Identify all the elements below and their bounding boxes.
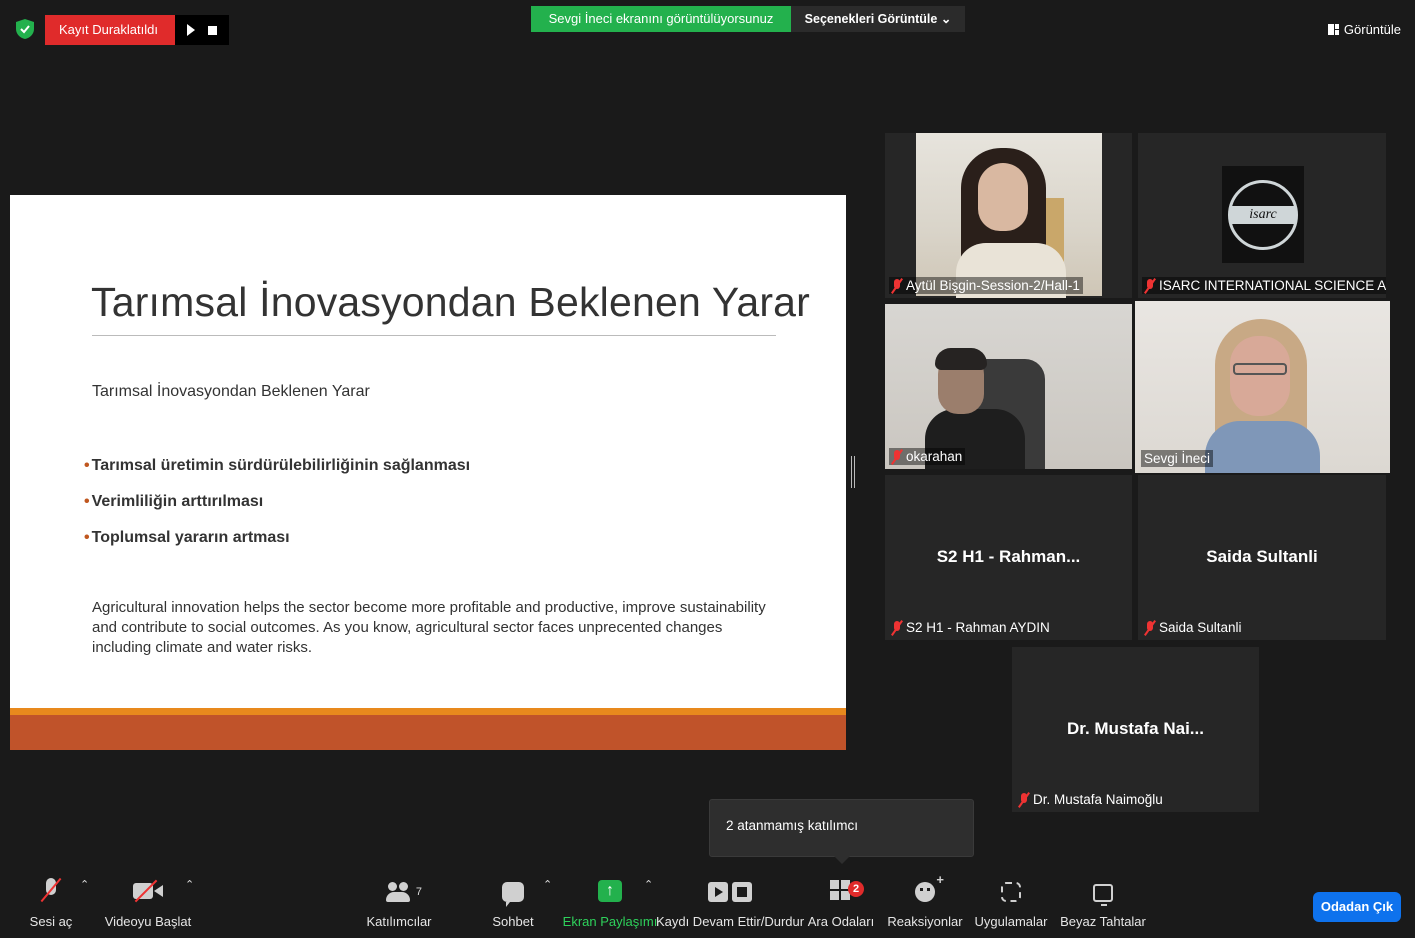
security-shield-icon[interactable]: [14, 18, 36, 40]
recording-controls: [175, 15, 229, 45]
whiteboard-icon: [1093, 884, 1113, 906]
participant-name-tag: Saida Sultanli: [1142, 619, 1245, 636]
breakout-rooms-button[interactable]: 2 Ara Odaları: [806, 870, 876, 938]
unmute-button[interactable]: Sesi aç: [20, 870, 82, 938]
participant-name-tag: Dr. Mustafa Naimoğlu: [1016, 791, 1166, 808]
mic-muted-icon: [892, 449, 902, 464]
breakout-badge: 2: [848, 881, 864, 897]
slide-title: Tarımsal İnovasyondan Beklenen Yarar: [91, 279, 811, 325]
slide-bullet: • Verimliliğin arttırılması: [84, 493, 264, 510]
participant-name-tag: ISARC INTERNATIONAL SCIENCE A...: [1142, 277, 1386, 294]
start-video-button[interactable]: Videoyu Başlat: [100, 870, 196, 938]
participant-video: [1135, 301, 1390, 473]
participant-tile[interactable]: okarahan: [885, 304, 1132, 469]
chat-options-caret[interactable]: ⌃: [543, 878, 552, 891]
breakout-rooms-icon: 2: [830, 880, 864, 902]
view-options-dropdown[interactable]: Seçenekleri Görüntüle ⌄: [791, 6, 965, 32]
view-button[interactable]: Görüntüle: [1327, 17, 1401, 41]
apps-button[interactable]: Uygulamalar: [973, 870, 1049, 938]
reactions-icon: [915, 872, 944, 902]
recording-status-label: Kayıt Duraklatıldı: [45, 15, 175, 45]
participant-video: [885, 304, 1132, 469]
chat-icon: [502, 882, 524, 907]
participant-display-name: Dr. Mustafa Nai...: [1067, 719, 1204, 738]
participant-tile[interactable]: Aytül Bişgin-Session-2/Hall-1: [885, 133, 1132, 298]
participants-button[interactable]: 7 Katılımcılar: [360, 870, 438, 938]
mic-muted-icon: [892, 620, 902, 635]
slide-bullet: • Toplumsal yararın artması: [84, 529, 290, 546]
share-options-caret[interactable]: ⌃: [644, 878, 653, 891]
participant-tile[interactable]: Saida Sultanli Saida Sultanli: [1138, 475, 1386, 640]
slide-footer-band: [10, 715, 846, 750]
participant-tile[interactable]: S2 H1 - Rahman... S2 H1 - Rahman AYDIN: [885, 475, 1132, 640]
recording-controls-icon: [708, 882, 752, 902]
participant-name-tag: Sevgi İneci: [1141, 450, 1214, 467]
active-speaker-tile[interactable]: Sevgi İneci: [1135, 301, 1390, 473]
participant-display-name: Saida Sultanli: [1206, 547, 1318, 566]
participant-video: [916, 133, 1102, 298]
mic-muted-icon: [1019, 792, 1029, 807]
video-options-caret[interactable]: ⌃: [185, 878, 194, 891]
participant-name-tag: Aytül Bişgin-Session-2/Hall-1: [889, 277, 1083, 294]
participant-tile[interactable]: Dr. Mustafa Nai... Dr. Mustafa Naimoğlu: [1012, 647, 1259, 812]
participant-name-tag: S2 H1 - Rahman AYDIN: [889, 619, 1053, 636]
mic-muted-icon: [1145, 620, 1155, 635]
mic-muted-icon: [892, 278, 902, 293]
resume-recording-icon[interactable]: [187, 24, 196, 36]
camera-off-icon: [133, 880, 163, 902]
view-button-label: Görüntüle: [1343, 21, 1401, 37]
shared-screen-slide: Tarımsal İnovasyondan Beklenen Yarar Tar…: [10, 195, 846, 750]
resume-stop-recording-button[interactable]: Kaydı Devam Ettir/Durdur: [656, 870, 804, 938]
isarc-logo: isarc: [1222, 166, 1304, 263]
chat-button[interactable]: Sohbet: [485, 870, 541, 938]
audio-options-caret[interactable]: ⌃: [80, 878, 89, 891]
screen-share-banner: Sevgi İneci ekranını görüntülüyorsunuz: [531, 6, 791, 32]
participants-icon: 7: [386, 880, 422, 902]
reactions-button[interactable]: Reaksiyonlar: [886, 870, 964, 938]
share-screen-icon: ↑: [598, 880, 622, 902]
slide-bullet: • Tarımsal üretimin sürdürülebilirliğinin…: [84, 457, 471, 474]
apps-icon: [1001, 882, 1021, 902]
slide-title-divider: [92, 335, 776, 336]
participant-display-name: S2 H1 - Rahman...: [936, 547, 1081, 566]
participant-name-tag: okarahan: [889, 448, 966, 465]
unassigned-participants-tooltip: 2 atanmamış katılımcı: [709, 799, 974, 864]
slide-paragraph: Agricultural innovation helps the sector…: [92, 599, 766, 656]
leave-room-button[interactable]: Odadan Çık: [1313, 892, 1401, 922]
slide-subtitle: Tarımsal İnovasyondan Beklenen Yarar: [92, 383, 370, 400]
layout-grid-icon: [1327, 23, 1339, 35]
slide-footer-stripe: [10, 708, 846, 715]
microphone-muted-icon: [43, 878, 59, 902]
whiteboards-button[interactable]: Beyaz Tahtalar: [1060, 870, 1146, 938]
mic-muted-icon: [1145, 278, 1155, 293]
share-screen-button[interactable]: ↑ Ekran Paylaşımı: [563, 870, 657, 938]
participant-tile[interactable]: isarc ISARC INTERNATIONAL SCIENCE A...: [1138, 133, 1386, 298]
panel-resize-handle[interactable]: [851, 456, 855, 488]
stop-recording-icon[interactable]: [207, 25, 217, 35]
